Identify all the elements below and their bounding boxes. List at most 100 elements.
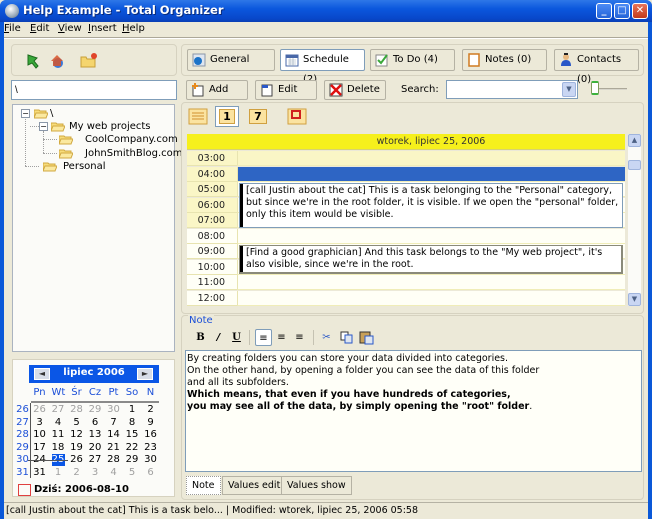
calendar-day[interactable]: 28 bbox=[107, 454, 120, 466]
maximize-button[interactable]: □ bbox=[614, 3, 630, 19]
underline-button[interactable]: U bbox=[228, 329, 245, 346]
title-bar[interactable]: Help Example - Total Organizer _ □ ✕ bbox=[0, 0, 652, 22]
calendar-day[interactable]: 17 bbox=[33, 442, 46, 454]
time-slot[interactable] bbox=[237, 228, 625, 244]
calendar-day[interactable]: 19 bbox=[70, 442, 83, 454]
calendar-day[interactable]: 3 bbox=[33, 417, 46, 429]
calendar-day[interactable]: 10 bbox=[33, 429, 46, 441]
back-arrow-icon[interactable] bbox=[24, 52, 42, 70]
calendar-day[interactable]: 16 bbox=[144, 429, 157, 441]
bold-button[interactable]: B bbox=[192, 329, 209, 346]
list-view-button[interactable] bbox=[187, 107, 209, 126]
align-right-button[interactable]: ≡ bbox=[291, 329, 308, 346]
calendar-day[interactable]: 3 bbox=[89, 467, 102, 479]
search-combobox[interactable]: ▼ bbox=[446, 80, 578, 99]
module-schedule[interactable]: Schedule (2) bbox=[280, 49, 365, 85]
menu-view[interactable]: View bbox=[58, 23, 82, 34]
collapse-web-projects-toggle[interactable]: − bbox=[39, 122, 48, 131]
calendar-day[interactable]: 26 bbox=[33, 404, 46, 416]
calendar-day[interactable]: 30 bbox=[144, 454, 157, 466]
module-general[interactable]: General bbox=[187, 49, 275, 71]
note-text-area[interactable]: By creating folders you can store your d… bbox=[185, 350, 642, 472]
minimize-button[interactable]: _ bbox=[596, 3, 612, 19]
folder-path-input[interactable] bbox=[11, 80, 177, 100]
close-button[interactable]: ✕ bbox=[632, 3, 648, 19]
menu-edit[interactable]: Edit bbox=[30, 23, 49, 34]
edit-button[interactable]: Edit bbox=[255, 80, 317, 100]
calendar-day[interactable]: 20 bbox=[89, 442, 102, 454]
calendar-day[interactable]: 12 bbox=[70, 429, 83, 441]
module-contacts[interactable]: Contacts (0) bbox=[554, 49, 639, 85]
calendar-day[interactable]: 5 bbox=[70, 417, 83, 429]
scroll-thumb[interactable] bbox=[628, 160, 641, 170]
tree-node-web-projects[interactable]: My web projects bbox=[69, 121, 151, 133]
calendar-day[interactable]: 9 bbox=[144, 417, 157, 429]
tree-node-personal[interactable]: Personal bbox=[63, 161, 106, 173]
calendar-day[interactable]: 4 bbox=[107, 467, 120, 479]
calendar-day[interactable]: 8 bbox=[126, 417, 139, 429]
tab-note[interactable]: Note bbox=[186, 476, 221, 495]
menu-help[interactable]: Help bbox=[122, 23, 145, 34]
calendar-day[interactable]: 29 bbox=[126, 454, 139, 466]
module-notes[interactable]: Notes (0) bbox=[462, 49, 547, 71]
collapse-root-toggle[interactable]: − bbox=[21, 109, 30, 118]
calendar-day[interactable]: 30 bbox=[107, 404, 120, 416]
calendar-day[interactable]: 11 bbox=[52, 429, 65, 441]
paste-icon[interactable] bbox=[358, 329, 375, 346]
calendar-day[interactable]: 13 bbox=[89, 429, 102, 441]
time-slot[interactable] bbox=[237, 290, 625, 306]
chevron-down-icon[interactable]: ▼ bbox=[562, 82, 576, 97]
zoom-slider-track[interactable] bbox=[597, 88, 627, 90]
tree-node-coolcompany[interactable]: CoolCompany.com bbox=[85, 134, 178, 146]
calendar-day[interactable]: 29 bbox=[89, 404, 102, 416]
calendar-day[interactable]: 2 bbox=[144, 404, 157, 416]
time-slot[interactable] bbox=[237, 275, 625, 290]
module-todo[interactable]: To Do (4) bbox=[370, 49, 455, 71]
calendar-day[interactable]: 6 bbox=[144, 467, 157, 479]
calendar-day[interactable]: 2 bbox=[70, 467, 83, 479]
calendar-day[interactable]: 6 bbox=[89, 417, 102, 429]
calendar-day[interactable]: 27 bbox=[52, 404, 65, 416]
calendar-day[interactable]: 22 bbox=[126, 442, 139, 454]
next-month-button[interactable]: ► bbox=[137, 368, 153, 380]
calendar-day[interactable]: 7 bbox=[107, 417, 120, 429]
calendar-day[interactable]: 28 bbox=[70, 404, 83, 416]
calendar-day[interactable]: 15 bbox=[126, 429, 139, 441]
calendar-day[interactable]: 27 bbox=[89, 454, 102, 466]
calendar-day[interactable]: 31 bbox=[33, 467, 46, 479]
month-view-button[interactable] bbox=[286, 107, 308, 126]
cut-icon[interactable]: ✂ bbox=[318, 329, 335, 346]
new-folder-icon[interactable] bbox=[80, 52, 98, 70]
scroll-down-icon[interactable]: ▼ bbox=[628, 293, 641, 306]
align-center-button[interactable]: ≡ bbox=[273, 329, 290, 346]
appointment[interactable]: [Find a good graphician] And this task b… bbox=[239, 245, 623, 274]
menu-insert[interactable]: Insert bbox=[88, 23, 117, 34]
tab-values-edit[interactable]: Values edit bbox=[222, 476, 287, 495]
scroll-up-icon[interactable]: ▲ bbox=[628, 134, 641, 147]
selected-time-slot[interactable] bbox=[237, 166, 625, 182]
calendar-day[interactable]: 18 bbox=[52, 442, 65, 454]
day-view-button[interactable]: 1 bbox=[215, 106, 239, 127]
calendar-day[interactable]: 1 bbox=[52, 467, 65, 479]
calendar-day[interactable]: 1 bbox=[126, 404, 139, 416]
calendar-day[interactable]: 26 bbox=[70, 454, 83, 466]
tree-node-johnsmithblog[interactable]: JohnSmithBlog.com bbox=[85, 148, 183, 160]
calendar-day[interactable]: 23 bbox=[144, 442, 157, 454]
time-slot[interactable] bbox=[237, 151, 625, 166]
menu-file[interactable]: File bbox=[4, 23, 21, 34]
calendar-day[interactable]: 4 bbox=[52, 417, 65, 429]
today-link[interactable]: Dziś: 2006-08-10 bbox=[34, 484, 129, 495]
zoom-slider-thumb[interactable] bbox=[591, 81, 599, 95]
copy-icon[interactable] bbox=[338, 329, 355, 346]
tree-node-root[interactable]: \ bbox=[50, 108, 53, 120]
italic-button[interactable]: / bbox=[210, 329, 227, 346]
calendar-day[interactable]: 5 bbox=[126, 467, 139, 479]
delete-button[interactable]: Delete bbox=[324, 80, 386, 100]
schedule-scrollbar[interactable]: ▲ ▼ bbox=[628, 134, 641, 306]
add-button[interactable]: Add bbox=[186, 80, 248, 100]
tab-values-show[interactable]: Values show bbox=[281, 476, 352, 495]
week-view-button[interactable]: 7 bbox=[247, 107, 269, 126]
calendar-day[interactable]: 21 bbox=[107, 442, 120, 454]
align-left-button[interactable]: ≡ bbox=[255, 329, 272, 346]
calendar-day[interactable]: 14 bbox=[107, 429, 120, 441]
